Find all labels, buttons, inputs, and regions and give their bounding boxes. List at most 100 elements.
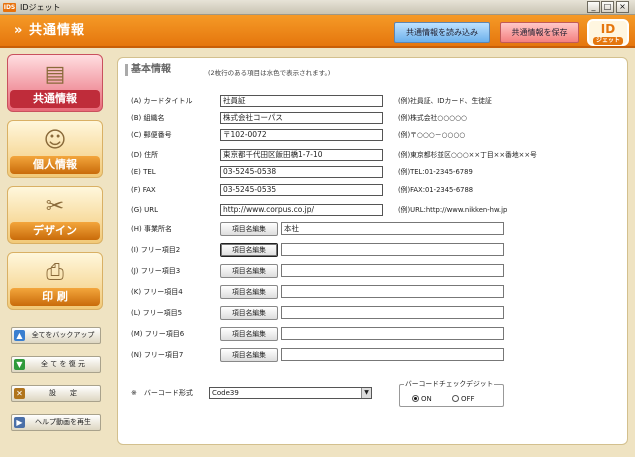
item-row-free2: (I) フリー項目2 項目名編集 (131, 243, 621, 257)
edit-item-name-button[interactable]: 項目名編集 (220, 285, 278, 299)
field-row-url: (G) URL http://www.corpus.co.jp/ (例)URL:… (131, 203, 621, 217)
edit-item-name-button[interactable]: 項目名編集 (220, 222, 278, 236)
field-label: (G) URL (131, 206, 158, 214)
backup-label: 全てをバックアップ (31, 331, 95, 339)
logo-main: ID (600, 22, 616, 36)
free-item-2-input[interactable] (281, 243, 504, 256)
free-item-4-input[interactable] (281, 285, 504, 298)
sidebar: ▤ 共通情報 ☺ 個人情報 ✂ デザイン ⎙ 印 刷 ▲ 全てをバックアップ ▼… (0, 50, 108, 457)
field-label: (F) FAX (131, 186, 156, 194)
checkdigit-on-radio[interactable]: ON (412, 394, 432, 404)
nav-common-info[interactable]: ▤ 共通情報 (7, 54, 103, 112)
item-label: (I) フリー項目2 (131, 246, 181, 254)
maximize-button[interactable]: □ (601, 1, 614, 13)
address-input[interactable]: 東京都千代田区飯田橋1-7-10 (220, 149, 383, 161)
field-example: (例)社員証、IDカード、生徒証 (398, 97, 492, 105)
field-row-fax: (F) FAX 03-5245-0535 (例)FAX:01-2345-6788 (131, 183, 621, 197)
field-row-address: (D) 住所 東京都千代田区飯田橋1-7-10 (例)東京都杉並区○○○××丁目… (131, 148, 621, 162)
item-row-free3: (J) フリー項目3 項目名編集 (131, 264, 621, 278)
field-row-organization: (B) 組織名 株式会社コーパス (例)株式会社○○○○○ (131, 111, 621, 125)
barcode-format-select[interactable]: Code39 ▼ (209, 387, 372, 399)
nav-label: 印 刷 (10, 288, 100, 306)
url-input[interactable]: http://www.corpus.co.jp/ (220, 204, 383, 216)
fax-input[interactable]: 03-5245-0535 (220, 184, 383, 196)
header-bar: » 共通情報 共通情報を読み込み 共通情報を保存 ID ジェット (0, 15, 635, 48)
nav-label: デザイン (10, 222, 100, 240)
item-label: (N) フリー項目7 (131, 351, 184, 359)
barcode-format-label: ※ バーコード形式 (131, 389, 193, 397)
card-title-input[interactable]: 社員証 (220, 95, 383, 107)
radio-on-label: ON (421, 395, 432, 403)
field-label: (D) 住所 (131, 151, 159, 159)
field-example: (例)TEL:01-2345-6789 (398, 168, 473, 176)
edit-item-name-button[interactable]: 項目名編集 (220, 306, 278, 320)
load-common-info-button[interactable]: 共通情報を読み込み (394, 22, 490, 43)
item-label: (K) フリー項目4 (131, 288, 183, 296)
nav-label: 個人情報 (10, 156, 100, 174)
scissors-icon: ✂ (45, 194, 65, 219)
settings-button[interactable]: ✕ 設 定 (11, 385, 101, 402)
id-jet-logo: ID ジェット (587, 19, 629, 46)
nav-personal-info[interactable]: ☺ 個人情報 (7, 120, 103, 178)
field-example: (例)FAX:01-2345-6788 (398, 186, 474, 194)
field-label: (E) TEL (131, 168, 156, 176)
field-row-card-title: (A) カードタイトル 社員証 (例)社員証、IDカード、生徒証 (131, 94, 621, 108)
checkdigit-off-radio[interactable]: OFF (452, 394, 475, 404)
checkdigit-group: バーコードチェックデジット ON OFF (399, 379, 504, 407)
item-row-free7: (N) フリー項目7 項目名編集 (131, 348, 621, 362)
field-example: (例)URL:http://www.nikken-hw.jp (398, 206, 508, 214)
item-row-free5: (L) フリー項目5 項目名編集 (131, 306, 621, 320)
free-item-7-input[interactable] (281, 348, 504, 361)
postal-code-input[interactable]: 〒102-0072 (220, 129, 383, 141)
restore-label: 全 て を 復 元 (41, 360, 85, 368)
save-common-info-button[interactable]: 共通情報を保存 (500, 22, 579, 43)
organization-input[interactable]: 株式会社コーパス (220, 112, 383, 124)
office-name-input[interactable]: 本社 (281, 222, 504, 235)
chevron-down-icon[interactable]: ▼ (361, 388, 371, 398)
settings-label: 設 定 (49, 389, 77, 397)
restore-icon: ▼ (14, 359, 25, 370)
field-row-postal: (C) 郵便番号 〒102-0072 (例)〒○○○－○○○○ (131, 128, 621, 142)
document-icon: ▤ (44, 62, 66, 87)
edit-item-name-button[interactable]: 項目名編集 (220, 264, 278, 278)
checkdigit-title: バーコードチェックデジット (404, 379, 495, 389)
item-label: (M) フリー項目6 (131, 330, 185, 338)
item-label: (H) 事業所名 (131, 225, 172, 233)
page-title: » 共通情報 (14, 23, 85, 38)
logo-sub: ジェット (593, 37, 623, 45)
window-titlebar: IDS IDジェット _ □ × (0, 0, 635, 15)
item-row-free4: (K) フリー項目4 項目名編集 (131, 285, 621, 299)
backup-icon: ▲ (14, 330, 25, 341)
window-title: IDジェット (20, 3, 61, 12)
close-button[interactable]: × (616, 1, 629, 13)
backup-all-button[interactable]: ▲ 全てをバックアップ (11, 327, 101, 344)
section-title: 基本情報 (125, 64, 171, 76)
nav-print[interactable]: ⎙ 印 刷 (7, 252, 103, 310)
free-item-6-input[interactable] (281, 327, 504, 340)
tel-input[interactable]: 03-5245-0538 (220, 166, 383, 178)
minimize-button[interactable]: _ (587, 1, 600, 13)
item-label: (L) フリー項目5 (131, 309, 183, 317)
field-example: (例)株式会社○○○○○ (398, 114, 467, 122)
printer-icon: ⎙ (46, 260, 64, 285)
radio-unselected-icon (452, 394, 459, 402)
section-note: (2枚行のある項目は水色で表示されます。) (208, 69, 331, 77)
edit-item-name-button[interactable]: 項目名編集 (220, 327, 278, 341)
field-example: (例)〒○○○－○○○○ (398, 131, 466, 139)
edit-item-name-button[interactable]: 項目名編集 (220, 243, 278, 257)
barcode-format-value: Code39 (212, 389, 239, 397)
radio-selected-icon (412, 394, 419, 402)
edit-item-name-button[interactable]: 項目名編集 (220, 348, 278, 362)
nav-label: 共通情報 (10, 90, 100, 108)
free-item-5-input[interactable] (281, 306, 504, 319)
field-label: (C) 郵便番号 (131, 131, 172, 139)
item-row-office: (H) 事業所名 項目名編集 本社 (131, 222, 621, 236)
restore-all-button[interactable]: ▼ 全 て を 復 元 (11, 356, 101, 373)
app-logo-icon: IDS (3, 3, 16, 12)
help-video-button[interactable]: ▶ ヘルプ動画を再生 (11, 414, 101, 431)
radio-off-label: OFF (461, 395, 475, 403)
item-row-free6: (M) フリー項目6 項目名編集 (131, 327, 621, 341)
nav-design[interactable]: ✂ デザイン (7, 186, 103, 244)
free-item-3-input[interactable] (281, 264, 504, 277)
person-icon: ☺ (43, 128, 67, 153)
